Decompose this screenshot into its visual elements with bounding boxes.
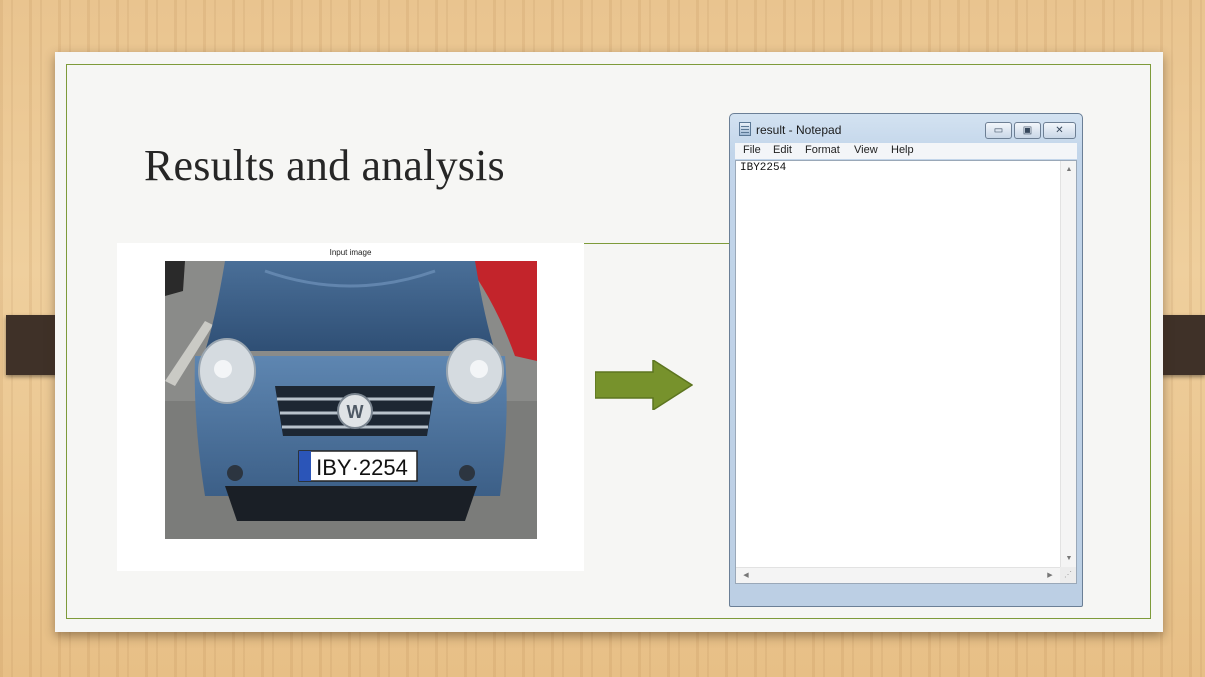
vertical-scrollbar[interactable]: ▲ ▼ — [1060, 161, 1076, 567]
svg-text:IBY·2254: IBY·2254 — [316, 455, 408, 480]
menu-format[interactable]: Format — [805, 144, 840, 156]
scroll-left-icon[interactable]: ◀ — [738, 571, 754, 579]
figure-caption: Input image — [329, 248, 372, 257]
menu-file[interactable]: File — [743, 144, 761, 156]
car-photo: W IBY·2254 — [165, 261, 537, 539]
maximize-button[interactable]: ▣ — [1014, 122, 1041, 139]
resize-grip-icon[interactable]: ⋰ — [1060, 567, 1076, 583]
notepad-icon — [739, 122, 751, 136]
notepad-titlebar[interactable]: result - Notepad ▭ ▣ ✕ — [730, 114, 1082, 144]
svg-text:W: W — [347, 402, 364, 422]
scroll-up-icon[interactable]: ▲ — [1061, 166, 1077, 173]
menu-edit[interactable]: Edit — [773, 144, 792, 156]
minimize-button[interactable]: ▭ — [985, 122, 1012, 139]
menu-view[interactable]: View — [854, 144, 878, 156]
scroll-down-icon[interactable]: ▼ — [1061, 555, 1077, 562]
lower-grille — [225, 486, 477, 521]
input-image-figure: Input image W IBY·2254 — [117, 243, 584, 571]
car-hood — [205, 261, 495, 351]
right-arrow-icon — [595, 360, 693, 410]
slide-title: Results and analysis — [144, 141, 505, 190]
scroll-right-icon[interactable]: ▶ — [1042, 571, 1058, 579]
menu-bar: File Edit Format View Help — [735, 143, 1077, 159]
window-title: result - Notepad — [756, 123, 842, 137]
close-button[interactable]: ✕ — [1043, 122, 1076, 139]
text-editor-area[interactable]: IBY2254 ▲ ▼ ◀ ▶ ⋰ — [735, 160, 1077, 584]
notepad-window[interactable]: result - Notepad ▭ ▣ ✕ File Edit Format … — [729, 113, 1083, 607]
title-underline — [583, 243, 733, 244]
horizontal-scrollbar[interactable]: ◀ ▶ — [736, 567, 1060, 583]
editor-content[interactable]: IBY2254 — [740, 162, 786, 174]
menu-help[interactable]: Help — [891, 144, 914, 156]
